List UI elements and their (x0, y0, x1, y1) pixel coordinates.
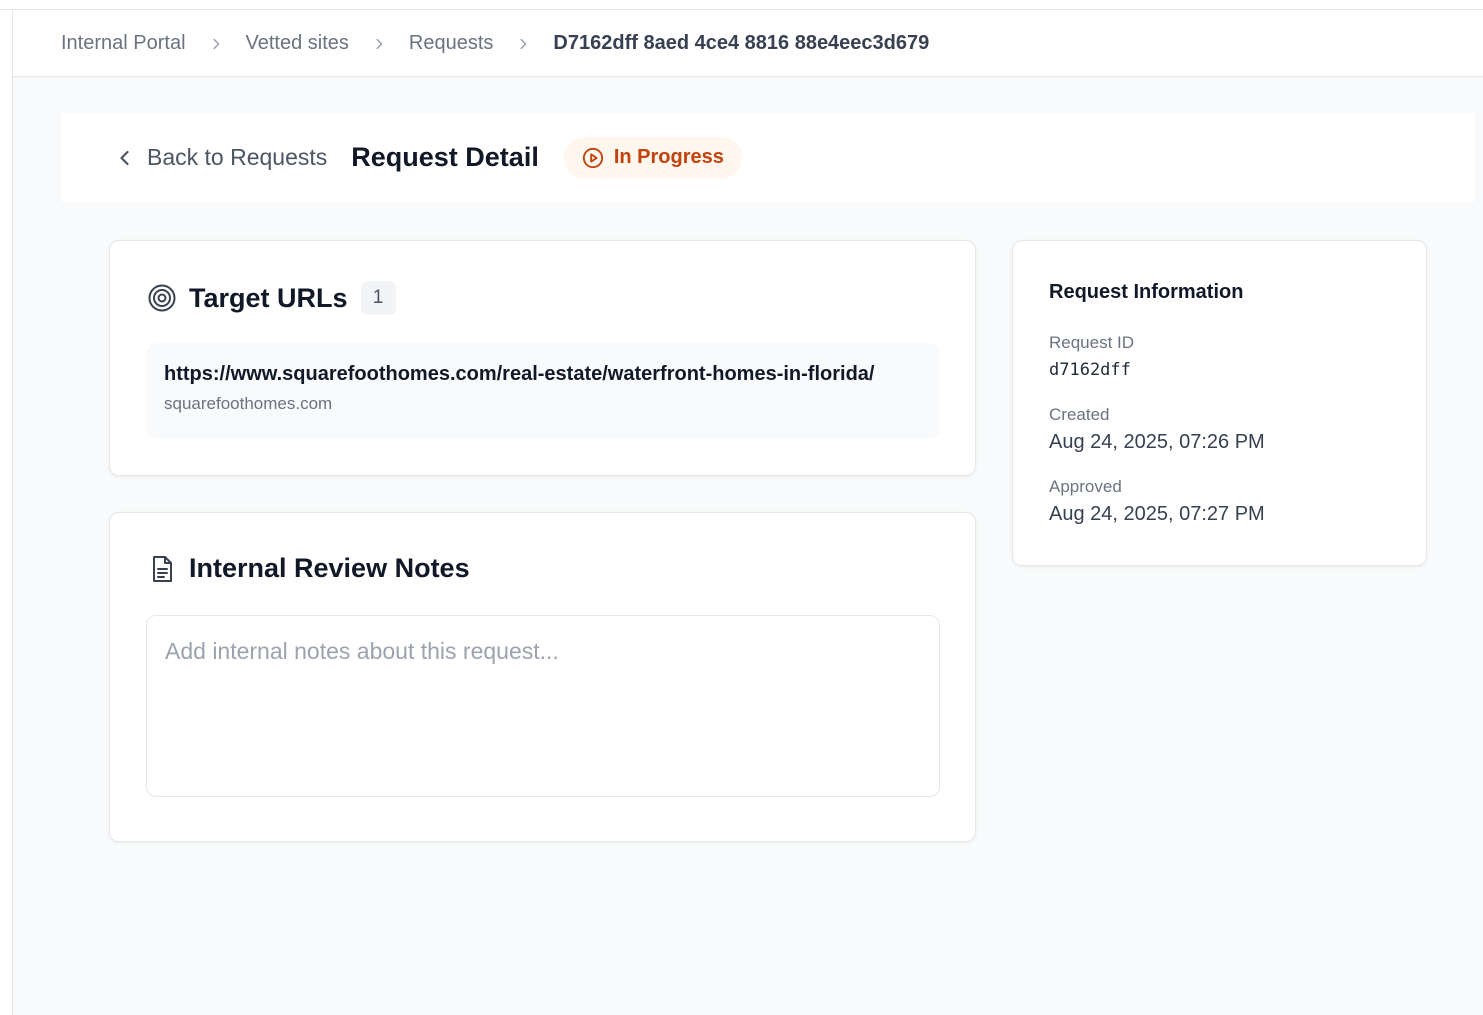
chevron-right-icon (349, 37, 409, 51)
breadcrumb: Internal Portal Vetted sites Requests D7… (13, 11, 1483, 77)
main-content: Back to Requests Request Detail In Progr… (13, 77, 1483, 1015)
approved-value: Aug 24, 2025, 07:27 PM (1049, 503, 1265, 525)
target-urls-title: Target URLs (189, 282, 348, 313)
target-icon (148, 284, 176, 312)
target-url-domain: squarefoothomes.com (164, 394, 333, 413)
back-to-requests-link[interactable]: Back to Requests (117, 144, 327, 171)
request-id-label: Request ID (1049, 333, 1135, 352)
document-icon (153, 555, 172, 582)
created-value: Aug 24, 2025, 07:26 PM (1049, 431, 1265, 453)
breadcrumb-item-requests[interactable]: Requests (409, 32, 494, 55)
target-url-item: https://www.squarefoothomes.com/real-est… (146, 343, 940, 439)
approved-label: Approved (1049, 477, 1122, 496)
target-urls-card: Target URLs 1 https://www.squarefoothome… (109, 240, 976, 476)
request-id-field: Request ID d7162dff (1049, 333, 1134, 380)
chevron-right-icon (186, 37, 246, 51)
internal-review-notes-card: Internal Review Notes (109, 512, 976, 842)
approved-field: Approved Aug 24, 2025, 07:27 PM (1049, 477, 1265, 526)
breadcrumb-item-current: D7162dff 8aed 4ce4 8816 88e4eec3d679 (553, 32, 930, 54)
target-urls-header: Target URLs 1 (147, 281, 396, 315)
target-urls-count-badge: 1 (360, 281, 396, 315)
breadcrumb-item-internal-portal[interactable]: Internal Portal (61, 32, 186, 55)
created-field: Created Aug 24, 2025, 07:26 PM (1049, 405, 1265, 454)
notes-title: Internal Review Notes (189, 553, 470, 583)
notes-header: Internal Review Notes (147, 553, 470, 584)
internal-notes-textarea[interactable] (146, 615, 940, 797)
target-url[interactable]: https://www.squarefoothomes.com/real-est… (164, 363, 922, 386)
status-label: In Progress (613, 146, 724, 168)
created-label: Created (1049, 405, 1110, 424)
top-border (0, 0, 1483, 10)
chevron-left-icon (120, 150, 129, 165)
status-badge: In Progress (563, 136, 742, 179)
play-circle-icon (582, 147, 603, 168)
request-id-value: d7162dff (1049, 360, 1131, 380)
back-link-label: Back to Requests (147, 144, 328, 170)
page-title: Request Detail (351, 142, 539, 172)
chevron-right-icon (493, 37, 553, 51)
breadcrumb-item-vetted-sites[interactable]: Vetted sites (246, 32, 349, 55)
request-information-card: Request Information Request ID d7162dff … (1012, 240, 1427, 566)
page-header: Back to Requests Request Detail In Progr… (61, 113, 1475, 202)
request-info-title: Request Information (1049, 281, 1244, 303)
